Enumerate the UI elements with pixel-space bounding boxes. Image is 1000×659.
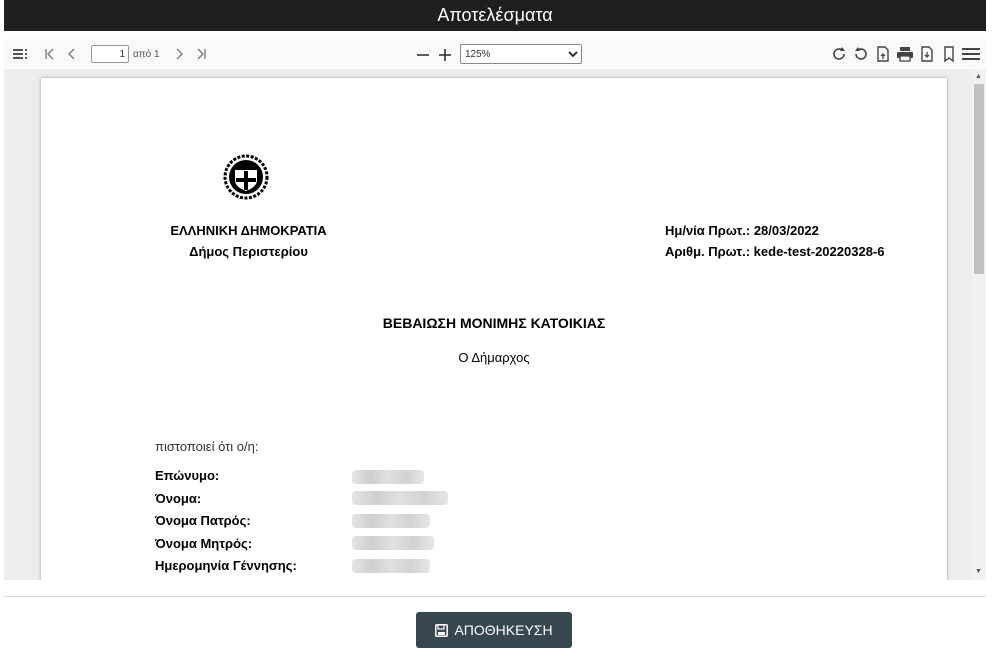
- rotate-counterclockwise-icon[interactable]: [851, 42, 871, 66]
- save-button[interactable]: ΑΠΟΘΗΚΕΥΣΗ: [416, 612, 572, 648]
- bookmark-icon[interactable]: [939, 42, 959, 66]
- greek-coat-of-arms-icon: [223, 154, 269, 200]
- pdf-toolbar: από 1 125%: [4, 39, 986, 69]
- field-label-mother-name: Όνομα Μητρός:: [155, 535, 253, 551]
- zoom-out-icon[interactable]: [413, 42, 433, 66]
- open-file-icon[interactable]: [873, 42, 893, 66]
- toolbar-right: [828, 39, 982, 69]
- certify-text: πιστοποιεί ότι ο/η:: [155, 439, 259, 454]
- document-title: ΒΕΒΑΙΩΣΗ ΜΟΝΙΜΗΣ ΚΑΤΟΙΚΙΑΣ: [382, 315, 606, 331]
- print-icon[interactable]: [895, 42, 915, 66]
- protocol-date-label: Ημ/νία Πρωτ.:: [665, 223, 751, 238]
- redacted-value: [352, 536, 434, 550]
- save-button-label: ΑΠΟΘΗΚΕΥΣΗ: [454, 622, 553, 638]
- toolbar-left: από 1: [10, 39, 212, 69]
- download-icon[interactable]: [917, 42, 937, 66]
- window-title-bar: Αποτελέσματα: [4, 0, 986, 31]
- page-number-input[interactable]: [91, 45, 129, 63]
- last-page-icon[interactable]: [191, 42, 211, 66]
- page-count-label: από 1: [133, 48, 160, 60]
- field-label-first-name: Όνομα:: [155, 490, 202, 506]
- scroll-down-icon[interactable]: ▼: [971, 566, 986, 578]
- next-page-icon[interactable]: [169, 42, 189, 66]
- redacted-value: [352, 470, 424, 484]
- previous-page-icon[interactable]: [62, 42, 82, 66]
- floppy-disk-icon: [435, 623, 449, 637]
- scroll-up-icon[interactable]: ▲: [971, 71, 986, 83]
- person-fields: Επώνυμο: Όνομα: Όνομα Πατρός: Όνομα Μητρ…: [155, 465, 297, 578]
- sidebar-toggle-icon[interactable]: [11, 42, 31, 66]
- protocol-block: Ημ/νία Πρωτ.: 28/03/2022 Αριθμ. Πρωτ.: k…: [665, 220, 884, 262]
- pdf-viewer-area[interactable]: ΕΛΛΗΝΙΚΗ ΔΗΜΟΚΡΑΤΙΑ Δήμος Περιστερίου Ημ…: [4, 69, 986, 580]
- zoom-in-icon[interactable]: [435, 42, 455, 66]
- toolbar-center: 125%: [412, 39, 582, 69]
- protocol-date: 28/03/2022: [753, 223, 819, 238]
- issuer-country: ΕΛΛΗΝΙΚΗ ΔΗΜΟΚΡΑΤΙΑ: [170, 223, 327, 238]
- protocol-number-label: Αριθμ. Πρωτ.:: [665, 244, 751, 259]
- window-title: Αποτελέσματα: [437, 5, 553, 25]
- pdf-page: ΕΛΛΗΝΙΚΗ ΔΗΜΟΚΡΑΤΙΑ Δήμος Περιστερίου Ημ…: [41, 78, 947, 580]
- first-page-icon[interactable]: [40, 42, 60, 66]
- issuer-block: ΕΛΛΗΝΙΚΗ ΔΗΜΟΚΡΑΤΙΑ Δήμος Περιστερίου: [141, 220, 356, 262]
- protocol-number: kede-test-20220328-6: [753, 244, 885, 259]
- field-label-surname: Επώνυμο:: [155, 468, 220, 483]
- footer-divider: [4, 596, 986, 597]
- issuer-municipality: Δήμος Περιστερίου: [189, 244, 308, 259]
- field-label-birth-date: Ημερομηνία Γέννησης:: [155, 558, 297, 573]
- zoom-select[interactable]: 125%: [460, 44, 582, 64]
- vertical-scrollbar[interactable]: ▲ ▼: [971, 69, 986, 580]
- redacted-value: [352, 514, 430, 528]
- scrollbar-thumb[interactable]: [974, 84, 984, 274]
- tools-menu-icon[interactable]: [961, 42, 981, 66]
- field-label-father-name: Όνομα Πατρός:: [155, 513, 251, 528]
- redacted-value: [352, 491, 448, 505]
- document-subtitle: Ο Δήμαρχος: [458, 350, 530, 365]
- redacted-value: [352, 559, 430, 573]
- rotate-clockwise-icon[interactable]: [829, 42, 849, 66]
